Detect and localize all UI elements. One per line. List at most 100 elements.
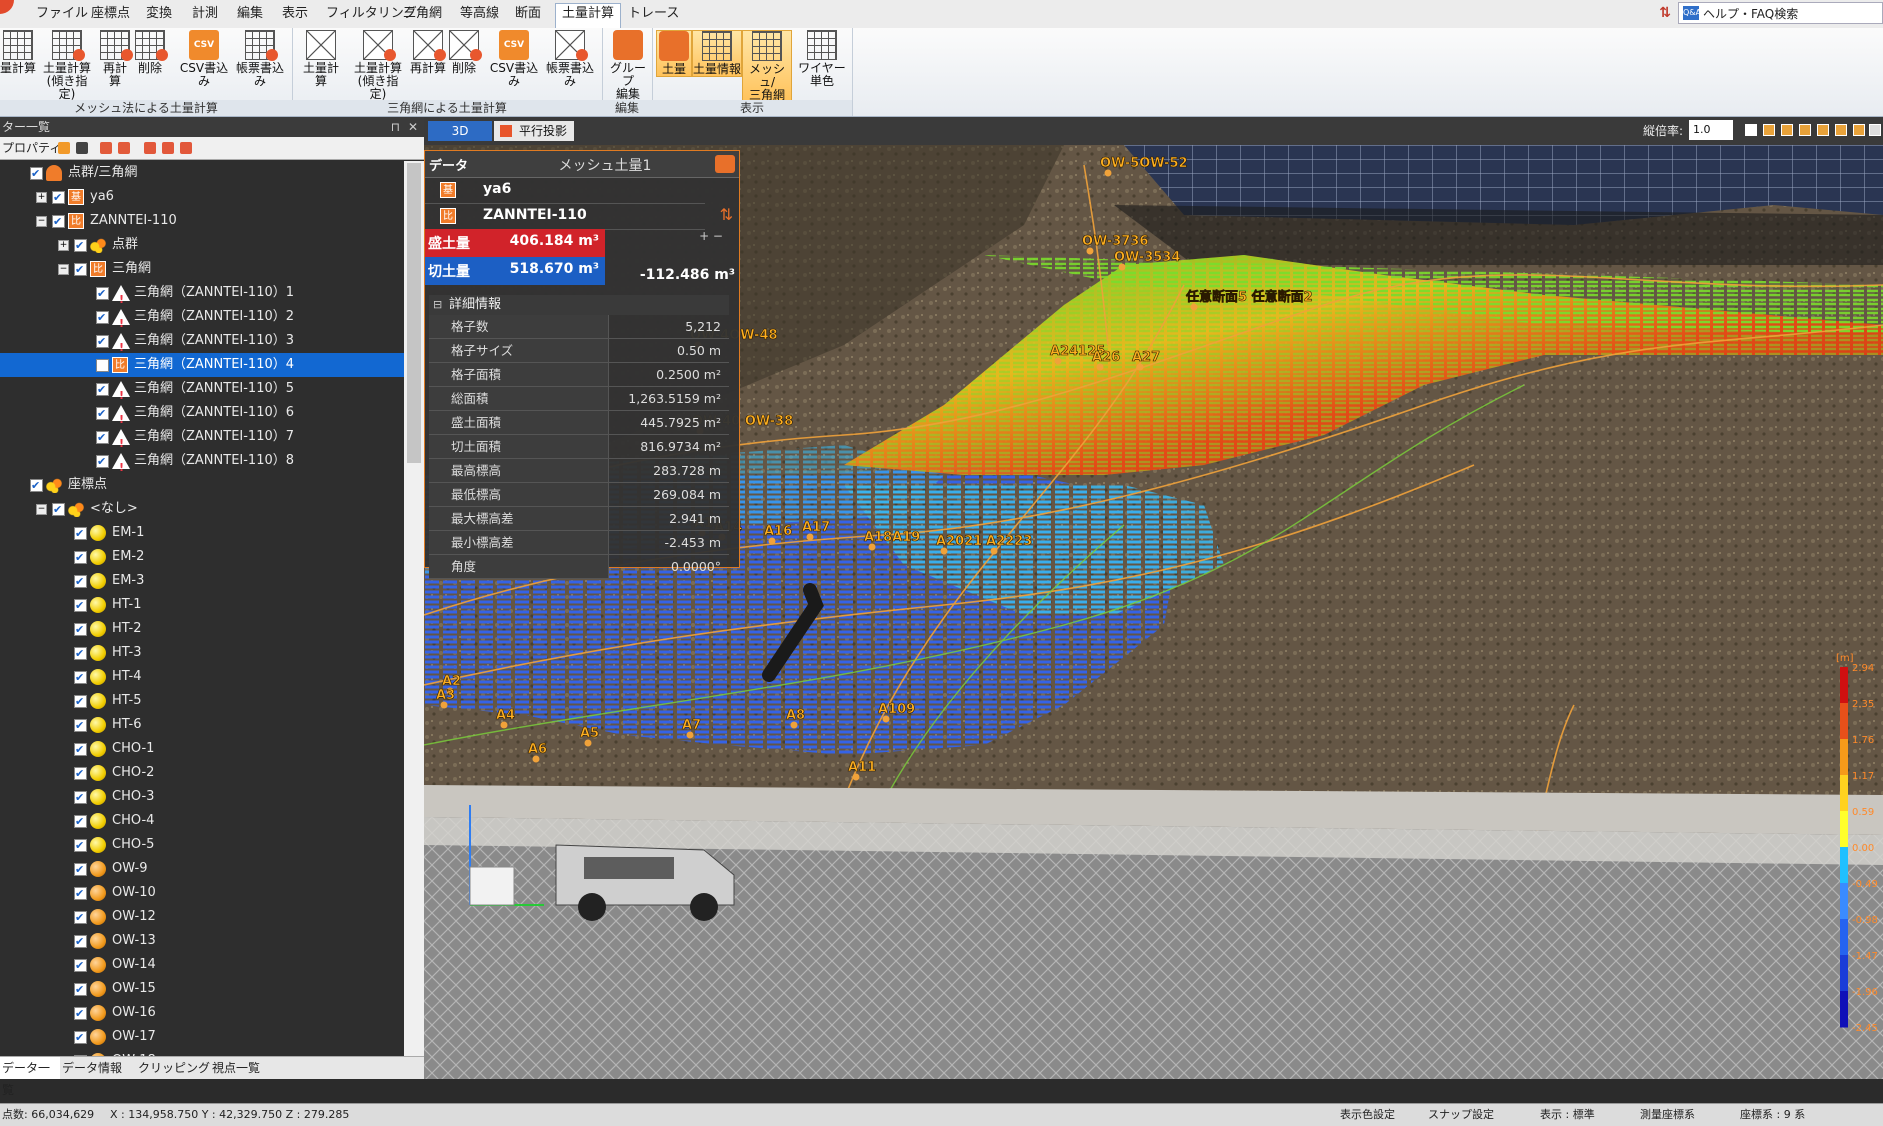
home-icon[interactable]: [1745, 124, 1757, 136]
paint-icon[interactable]: [58, 142, 70, 154]
tree-row[interactable]: 三角網（ZANNTEI-110）8: [0, 449, 404, 480]
visibility-checkbox[interactable]: [96, 306, 109, 330]
visibility-checkbox[interactable]: [52, 498, 65, 522]
tree-row[interactable]: CHO-4: [0, 809, 404, 834]
visibility-checkbox[interactable]: [30, 162, 43, 186]
tree-row[interactable]: − 比三角網: [0, 257, 404, 282]
status-item-0[interactable]: 表示色設定: [1340, 1104, 1395, 1126]
visibility-checkbox[interactable]: [74, 618, 87, 642]
ribbon-button-3-2[interactable]: メッシュ/ 三角網: [742, 30, 792, 103]
menu-item-1[interactable]: 座標点: [85, 4, 136, 24]
tree-row[interactable]: 三角網（ZANNTEI-110）7: [0, 425, 404, 456]
visibility-checkbox[interactable]: [96, 378, 109, 402]
view-front-icon[interactable]: [1763, 124, 1775, 136]
ribbon-button-1-0[interactable]: 土量計算: [298, 30, 344, 88]
panel-tab-1[interactable]: データ情報: [60, 1057, 136, 1079]
tree-row[interactable]: 点群/三角網: [0, 161, 404, 186]
panel-tab-0[interactable]: データ一覧: [0, 1057, 60, 1097]
visibility-checkbox[interactable]: [74, 738, 87, 762]
ribbon-button-0-0[interactable]: 量計算: [0, 30, 36, 75]
tree-row[interactable]: HT-6: [0, 713, 404, 738]
visibility-checkbox[interactable]: [74, 570, 87, 594]
visibility-checkbox[interactable]: [74, 882, 87, 906]
visibility-checkbox[interactable]: [74, 594, 87, 618]
visibility-checkbox[interactable]: [74, 810, 87, 834]
tree-row[interactable]: OW-14: [0, 953, 404, 978]
collapse-icon[interactable]: [144, 142, 156, 154]
ribbon-button-1-2[interactable]: 再計算: [410, 30, 446, 75]
tree-row[interactable]: − 比 ZANNTEI-110: [0, 209, 404, 234]
tree-row[interactable]: EM-1: [0, 521, 404, 546]
status-item-3[interactable]: 測量座標系: [1640, 1104, 1695, 1126]
tree-row[interactable]: 比三角網（ZANNTEI-110）4: [0, 353, 404, 377]
tree-scrollbar[interactable]: [404, 161, 424, 1057]
tree-row[interactable]: OW-12: [0, 905, 404, 930]
tree-row[interactable]: CHO-5: [0, 833, 404, 858]
view-right-icon[interactable]: [1817, 124, 1829, 136]
menu-item-3[interactable]: 計測: [186, 4, 224, 24]
visibility-checkbox[interactable]: [74, 906, 87, 930]
ribbon-button-3-3[interactable]: ワイヤー単色: [794, 30, 850, 88]
tree-row[interactable]: OW-9: [0, 857, 404, 882]
ribbon-button-1-1[interactable]: 土量計算 (傾き指定): [350, 30, 406, 101]
volume-calc-icon[interactable]: [715, 155, 735, 173]
menu-item-4[interactable]: 編集: [231, 4, 269, 24]
group-icon[interactable]: [100, 142, 112, 154]
swap-icon[interactable]: ⇅: [720, 205, 733, 224]
ribbon-button-3-0[interactable]: 土量: [656, 30, 692, 77]
visibility-checkbox[interactable]: [74, 930, 87, 954]
settings-icon[interactable]: [1869, 124, 1881, 136]
visibility-checkbox[interactable]: [74, 546, 87, 570]
visibility-checkbox[interactable]: [96, 330, 109, 354]
menu-item-11[interactable]: トレース: [622, 4, 685, 24]
ribbon-button-0-4[interactable]: CSV CSV書込み: [178, 30, 230, 88]
visibility-checkbox[interactable]: [96, 426, 109, 450]
ribbon-button-1-5[interactable]: 帳票書込み: [542, 30, 598, 88]
status-item-4[interactable]: 座標系 : 9 系: [1740, 1104, 1805, 1126]
tree-row[interactable]: OW-13: [0, 929, 404, 954]
tree-row[interactable]: HT-2: [0, 617, 404, 642]
view-left-icon[interactable]: [1799, 124, 1811, 136]
visibility-checkbox[interactable]: [74, 762, 87, 786]
tree-row[interactable]: 三角網（ZANNTEI-110）6: [0, 401, 404, 432]
tree-row[interactable]: 三角網（ZANNTEI-110）5: [0, 377, 404, 408]
visibility-checkbox[interactable]: [74, 666, 87, 690]
visibility-checkbox[interactable]: [74, 690, 87, 714]
visibility-checkbox[interactable]: [74, 954, 87, 978]
tree-row[interactable]: 三角網（ZANNTEI-110）3: [0, 329, 404, 360]
visibility-checkbox[interactable]: [96, 450, 109, 474]
menu-item-7[interactable]: 三角網: [397, 4, 448, 24]
visibility-checkbox[interactable]: [96, 402, 109, 426]
menu-item-5[interactable]: 表示: [276, 4, 314, 24]
brush-icon[interactable]: [76, 142, 88, 154]
visibility-checkbox[interactable]: [96, 282, 109, 306]
ribbon-button-0-3[interactable]: 削除: [134, 30, 168, 75]
tab-parallel-projection[interactable]: 平行投影: [494, 121, 574, 141]
menu-item-8[interactable]: 等高線: [454, 4, 505, 24]
tree-row[interactable]: HT-5: [0, 689, 404, 714]
ribbon-button-1-4[interactable]: CSV CSV書込み: [488, 30, 540, 88]
panel-tab-3[interactable]: 視点一覧: [210, 1057, 292, 1079]
visibility-checkbox[interactable]: [74, 978, 87, 1002]
visibility-checkbox[interactable]: [74, 258, 87, 282]
ribbon-button-1-3[interactable]: 削除: [448, 30, 482, 75]
tree-row[interactable]: − <なし>: [0, 497, 404, 522]
visibility-checkbox[interactable]: [74, 234, 87, 258]
help-search-input[interactable]: Q&A ヘルプ・FAQ検索: [1678, 2, 1883, 24]
visibility-checkbox[interactable]: [52, 186, 65, 210]
tree-row[interactable]: EM-2: [0, 545, 404, 570]
tree-row[interactable]: HT-1: [0, 593, 404, 618]
expand-toggle-icon[interactable]: −: [36, 504, 47, 515]
tree-row[interactable]: OW-17: [0, 1025, 404, 1050]
expand-button[interactable]: + −: [699, 229, 723, 243]
tree-row[interactable]: + 基 ya6: [0, 185, 404, 210]
menu-item-10[interactable]: 土量計算: [555, 3, 622, 29]
visibility-checkbox[interactable]: [74, 1002, 87, 1026]
expand-toggle-icon[interactable]: −: [58, 264, 69, 275]
view-bottom-icon[interactable]: [1853, 124, 1865, 136]
visibility-checkbox[interactable]: [96, 359, 109, 372]
expand-icon[interactable]: [162, 142, 174, 154]
menu-item-9[interactable]: 断面: [509, 4, 547, 24]
view-back-icon[interactable]: [1781, 124, 1793, 136]
expand-toggle-icon[interactable]: +: [36, 192, 47, 203]
